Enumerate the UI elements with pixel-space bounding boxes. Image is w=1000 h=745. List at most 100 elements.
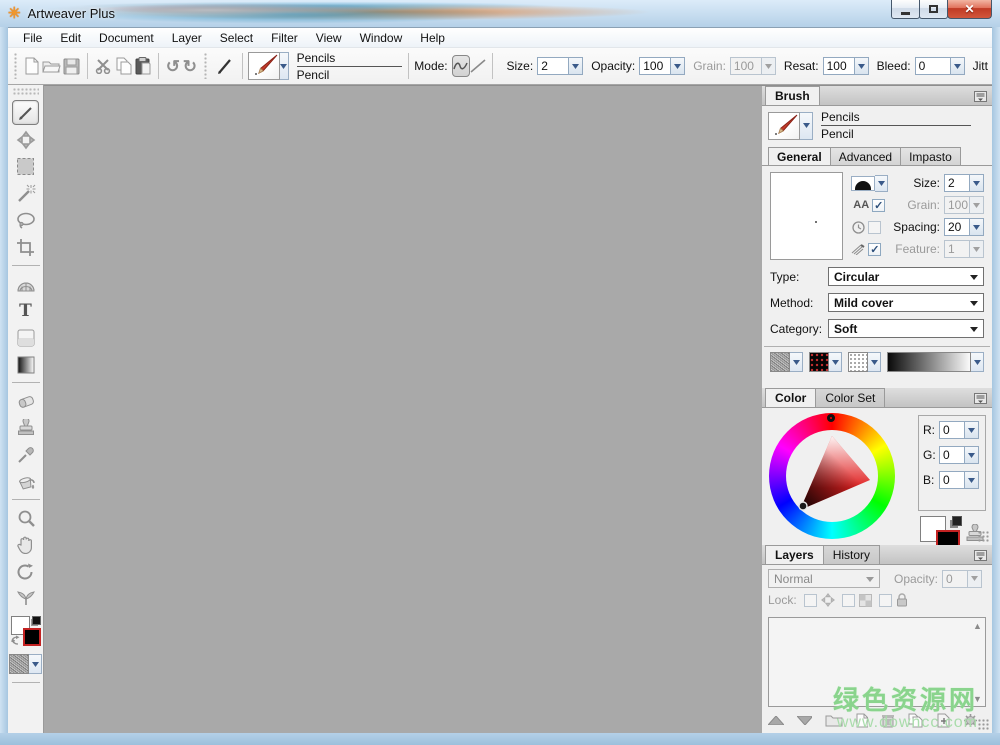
palette-grip[interactable] [12, 88, 39, 95]
tool-move[interactable] [12, 127, 39, 152]
timer-checkbox[interactable] [868, 220, 882, 234]
pattern-selector[interactable] [9, 654, 42, 674]
menu-document[interactable]: Document [90, 29, 163, 47]
category-dropdown[interactable]: Soft [828, 319, 984, 338]
tool-paint-bucket[interactable] [12, 469, 39, 494]
panel-brush-preset-dropdown[interactable] [800, 111, 813, 140]
open-button[interactable] [42, 54, 61, 78]
color-tab[interactable]: Color [765, 388, 817, 407]
resat-dropdown-button[interactable] [854, 57, 869, 75]
scatter-swatch[interactable] [848, 352, 868, 372]
maximize-button[interactable] [919, 0, 948, 19]
tool-eyedropper[interactable] [12, 442, 39, 467]
r-dropdown[interactable] [965, 421, 979, 439]
bristles-checkbox[interactable]: ✓ [868, 242, 882, 256]
background-color-swatch[interactable] [22, 628, 41, 646]
gradient-dropdown[interactable] [971, 352, 984, 372]
default-colors-icon[interactable] [952, 516, 962, 526]
scatter-dropdown[interactable] [868, 352, 881, 372]
brush-tool-button[interactable] [215, 54, 235, 78]
history-tab[interactable]: History [822, 545, 881, 564]
menu-filter[interactable]: Filter [262, 29, 307, 47]
tool-mosaic[interactable] [12, 271, 39, 296]
tool-zoom[interactable] [12, 505, 39, 530]
pattern-selector-2[interactable] [809, 352, 842, 372]
brush-preset-dropdown-button[interactable] [280, 52, 289, 80]
toolbar-grip[interactable] [14, 53, 18, 79]
pattern-swatch-red[interactable] [809, 352, 829, 372]
layer-settings-icon[interactable] [963, 713, 978, 728]
panel-spacing-dropdown[interactable] [970, 218, 984, 236]
canvas-area[interactable] [44, 85, 762, 733]
pattern-swatch[interactable] [9, 654, 29, 674]
menu-layer[interactable]: Layer [163, 29, 211, 47]
new-group-icon[interactable] [825, 713, 843, 727]
mode-freehand-button[interactable] [451, 55, 470, 77]
toolbar-grip[interactable] [204, 53, 208, 79]
undo-button[interactable]: ↺ [165, 54, 180, 78]
brush-preset-thumbnail[interactable] [248, 52, 281, 80]
size-dropdown-button[interactable] [569, 57, 584, 75]
bleed-dropdown-button[interactable] [950, 57, 965, 75]
merge-layer-icon[interactable] [936, 713, 951, 728]
menu-select[interactable]: Select [211, 29, 262, 47]
pattern-dropdown-button[interactable] [29, 654, 42, 674]
minimize-button[interactable] [891, 0, 920, 19]
b-dropdown[interactable] [965, 471, 979, 489]
g-dropdown[interactable] [965, 446, 979, 464]
tab-general[interactable]: General [768, 147, 831, 165]
tool-hand[interactable] [12, 532, 39, 557]
copy-button[interactable] [115, 54, 133, 78]
tool-crop[interactable] [12, 235, 39, 260]
g-combo[interactable]: 0 [939, 446, 979, 464]
paper-texture-selector[interactable] [770, 352, 803, 372]
size-combo[interactable]: 2 [537, 57, 584, 75]
tool-rotate-view[interactable] [12, 559, 39, 584]
paper-texture-swatch[interactable] [770, 352, 790, 372]
tab-impasto[interactable]: Impasto [900, 147, 961, 165]
titlebar[interactable]: ✳ Artweaver Plus ✕ [0, 0, 1000, 27]
opacity-combo[interactable]: 100 [639, 57, 686, 75]
brush-panel-tab[interactable]: Brush [765, 86, 820, 105]
pattern-dropdown-2[interactable] [829, 352, 842, 372]
new-layer-icon[interactable] [856, 713, 869, 728]
tool-clone-stamp[interactable] [12, 415, 39, 440]
menu-window[interactable]: Window [351, 29, 412, 47]
tool-symmetry[interactable] [12, 586, 39, 611]
gradient-swatch[interactable] [887, 352, 971, 372]
tool-text[interactable]: T [12, 298, 39, 323]
mode-straight-line-button[interactable] [470, 55, 486, 77]
gradient-selector[interactable] [887, 352, 984, 372]
menu-view[interactable]: View [307, 29, 351, 47]
move-layer-down-icon[interactable] [796, 715, 813, 725]
opacity-dropdown-button[interactable] [671, 57, 686, 75]
new-document-button[interactable] [24, 54, 40, 78]
paste-button[interactable] [135, 54, 151, 78]
brush-tip-dropdown[interactable] [875, 174, 889, 192]
panel-menu-button[interactable] [972, 548, 988, 562]
panel-resize-grip[interactable] [978, 719, 990, 731]
panel-resize-grip[interactable] [978, 531, 990, 543]
saturation-triangle[interactable] [786, 430, 878, 522]
tool-brush[interactable] [12, 100, 39, 125]
tool-eraser[interactable] [12, 388, 39, 413]
panel-brush-preset-thumbnail[interactable] [768, 111, 800, 140]
tool-gradient[interactable] [12, 352, 39, 377]
delete-layer-icon[interactable] [881, 713, 895, 728]
layers-list[interactable]: ▲ ▼ [768, 617, 986, 707]
color-wheel[interactable] [769, 413, 895, 539]
color-set-tab[interactable]: Color Set [815, 388, 886, 407]
menu-help[interactable]: Help [411, 29, 454, 47]
panel-size-combo[interactable]: 2 [944, 174, 984, 192]
menu-edit[interactable]: Edit [51, 29, 90, 47]
tab-advanced[interactable]: Advanced [829, 147, 902, 165]
scatter-selector[interactable] [848, 352, 881, 372]
bleed-combo[interactable]: 0 [914, 57, 965, 75]
tool-magic-wand[interactable] [12, 181, 39, 206]
swap-colors-icon[interactable] [10, 635, 22, 646]
save-button[interactable] [63, 54, 80, 78]
scroll-down-icon[interactable]: ▼ [971, 692, 984, 705]
panel-menu-button[interactable] [972, 89, 988, 103]
method-dropdown[interactable]: Mild cover [828, 293, 984, 312]
hue-ring-marker[interactable] [827, 414, 835, 422]
